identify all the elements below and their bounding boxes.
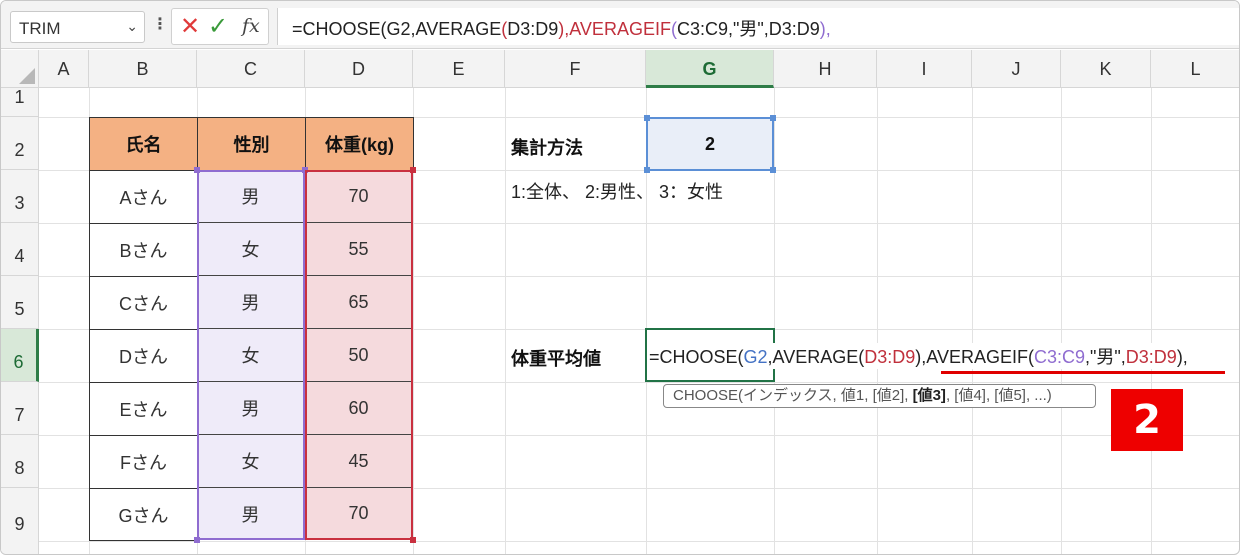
insert-function-icon[interactable]: fx — [242, 15, 260, 37]
row-number: 2 — [14, 140, 25, 160]
gender-cell[interactable]: 男 — [197, 382, 305, 435]
row-number: 8 — [14, 458, 25, 478]
cancel-icon[interactable]: ✕ — [180, 12, 200, 41]
column-header-h[interactable]: H — [774, 50, 877, 88]
name-cell[interactable]: Gさん — [89, 488, 198, 541]
column-header-b[interactable]: B — [89, 50, 197, 88]
spreadsheet-window: TRIM ⌄ ⋮ ✕ ✓ fx =CHOOSE(G2,AVERAGE(D3:D9… — [0, 0, 1240, 555]
aggregate-label[interactable]: 集計方法 — [511, 134, 583, 160]
aggregate-value-cell[interactable]: 2 — [644, 115, 776, 173]
weight-cell[interactable]: 45 — [305, 435, 413, 488]
row-header-8[interactable]: 8 — [1, 435, 39, 488]
gridline — [877, 88, 878, 554]
underline-annotation — [941, 371, 1225, 374]
weight-cell[interactable]: 60 — [305, 382, 413, 435]
formula-buttons: ✕ ✓ fx — [171, 8, 269, 45]
column-header-d[interactable]: D — [305, 50, 413, 88]
name-box-value: TRIM — [19, 19, 61, 38]
column-header-j[interactable]: J — [972, 50, 1061, 88]
function-tooltip: CHOOSE(インデックス, 値1, [値2], [値3], [値4], [値5… — [663, 384, 1096, 408]
formula-bar: TRIM ⌄ ⋮ ✕ ✓ fx =CHOOSE(G2,AVERAGE(D3:D9… — [1, 1, 1239, 49]
row-number: 3 — [14, 193, 25, 213]
range-handle[interactable] — [194, 537, 200, 543]
table-header-name[interactable]: 氏名 — [89, 117, 198, 171]
range-handle[interactable] — [770, 167, 776, 173]
row-header-9[interactable]: 9 — [1, 488, 39, 554]
select-all-corner[interactable] — [1, 50, 39, 88]
column-header-e[interactable]: E — [413, 50, 505, 88]
result-label[interactable]: 体重平均値 — [511, 345, 601, 371]
gender-cell[interactable]: 男 — [197, 276, 305, 329]
gridline — [39, 541, 1239, 542]
gridline — [1061, 88, 1062, 554]
aggregate-value: 2 — [704, 134, 715, 154]
column-header-l[interactable]: L — [1151, 50, 1239, 88]
gender-cell[interactable]: 男 — [197, 170, 305, 223]
enter-checkmark-icon[interactable]: ✓ — [208, 12, 228, 41]
column-header-a[interactable]: A — [39, 50, 89, 88]
row-number: 1 — [14, 87, 25, 107]
range-handle[interactable] — [770, 115, 776, 121]
table-header-weight[interactable]: 体重(kg) — [305, 117, 414, 171]
row-header-3[interactable]: 3 — [1, 170, 39, 223]
gender-cell[interactable]: 女 — [197, 329, 305, 382]
weight-cell[interactable]: 65 — [305, 276, 413, 329]
column-header-f[interactable]: F — [505, 50, 646, 88]
gender-cell[interactable]: 女 — [197, 435, 305, 488]
name-cell[interactable]: Eさん — [89, 382, 198, 436]
weight-cell[interactable]: 50 — [305, 329, 413, 382]
formula-input[interactable]: =CHOOSE(G2,AVERAGE(D3:D9),AVERAGEIF(C3:C… — [277, 8, 1239, 45]
range-handle[interactable] — [410, 537, 416, 543]
row-number: 9 — [14, 514, 25, 534]
row-number: 5 — [14, 299, 25, 319]
aggregate-note[interactable]: 1:全体、 2:男性、 3：女性 — [511, 178, 723, 204]
weight-cell[interactable]: 55 — [305, 223, 413, 276]
range-handle[interactable] — [194, 167, 200, 173]
column-header-k[interactable]: K — [1061, 50, 1151, 88]
row-header-1[interactable]: 1 — [1, 87, 39, 117]
column-header-i[interactable]: I — [877, 50, 972, 88]
gender-cell[interactable]: 男 — [197, 488, 305, 540]
range-handle[interactable] — [410, 167, 416, 173]
formula-text: =CHOOSE(G2,AVERAGE(D3:D9),AVERAGEIF(C3:C… — [292, 19, 831, 39]
row-header-4[interactable]: 4 — [1, 223, 39, 276]
row-header-5[interactable]: 5 — [1, 276, 39, 329]
row-number: 7 — [14, 405, 25, 425]
name-cell[interactable]: Aさん — [89, 170, 198, 224]
name-cell[interactable]: Dさん — [89, 329, 198, 383]
gridline — [1151, 88, 1152, 554]
row-number: 4 — [14, 246, 25, 266]
range-handle[interactable] — [644, 115, 650, 121]
range-handle[interactable] — [302, 167, 308, 173]
row-header-2[interactable]: 2 — [1, 117, 39, 170]
weight-cell[interactable]: 70 — [305, 170, 413, 223]
column-header-c[interactable]: C — [197, 50, 305, 88]
row-number: 6 — [13, 352, 24, 372]
chevron-down-icon[interactable]: ⌄ — [126, 18, 138, 35]
gender-cell[interactable]: 女 — [197, 223, 305, 276]
range-handle[interactable] — [644, 167, 650, 173]
gridline — [505, 88, 506, 554]
name-box[interactable]: TRIM ⌄ — [10, 11, 145, 43]
gridline — [972, 88, 973, 554]
row-header-6[interactable]: 6 — [1, 329, 39, 382]
name-cell[interactable]: Cさん — [89, 276, 198, 330]
in-cell-formula[interactable]: =CHOOSE(G2,AVERAGE(D3:D9),AVERAGEIF(C3:C… — [649, 343, 1188, 369]
name-cell[interactable]: Bさん — [89, 223, 198, 277]
gridline — [774, 88, 775, 554]
select-all-triangle-icon — [19, 68, 35, 84]
weight-cell[interactable]: 70 — [305, 488, 413, 540]
column-header-g[interactable]: G — [646, 50, 774, 88]
name-cell[interactable]: Fさん — [89, 435, 198, 489]
row-header-7[interactable]: 7 — [1, 382, 39, 435]
table-header-gender[interactable]: 性別 — [197, 117, 306, 171]
step-badge: 2 — [1111, 389, 1183, 451]
more-options-icon[interactable]: ⋮ — [152, 14, 168, 34]
